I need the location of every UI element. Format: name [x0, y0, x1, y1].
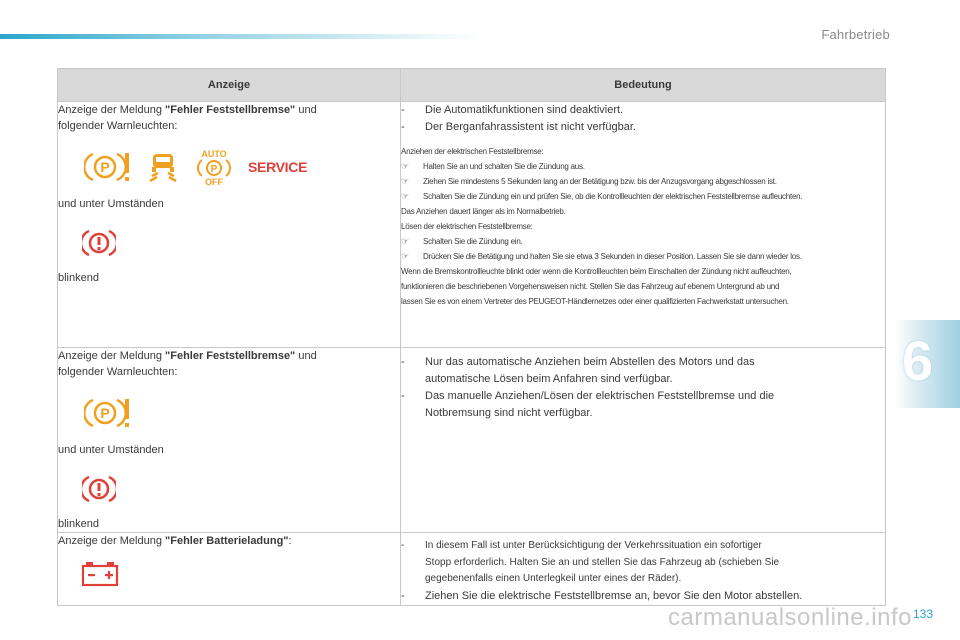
list-item: - Ziehen Sie die elektrische Feststellbre…	[401, 589, 803, 602]
apply-title: Anziehen der elektrischen Feststellbrems…	[401, 147, 544, 156]
list-item: - Nur das automatische Anziehen beim Abs…	[401, 356, 755, 385]
pointer-icon: ☞	[401, 161, 409, 171]
final-note-line: Wenn die Bremskontrollleuchte blinkt ode…	[401, 267, 792, 276]
list-item: ☞ Schalten Sie die Zündung ein und prüfen…	[401, 189, 885, 204]
meaning-cell: - Die Automatikfunktionen sind deaktivier…	[400, 101, 886, 348]
svg-text:AUTO: AUTO	[201, 149, 226, 159]
pointer-icon: ☞	[401, 176, 409, 186]
pointer-icon: ☞	[401, 191, 409, 201]
table-header-row: Anzeige Bedeutung	[57, 68, 886, 102]
message-intro: Anzeige der Meldung "Fehler Feststellbre…	[58, 104, 317, 132]
display-cell: Anzeige der Meldung "Fehler Feststellbre…	[57, 101, 401, 348]
message-name: "Fehler Feststellbremse"	[165, 350, 296, 362]
circumstance-label: und unter Umständen	[58, 444, 164, 456]
battery-charge-icon	[81, 562, 119, 587]
warning-table: Anzeige Bedeutung Anzeige der Meldung "F…	[57, 68, 886, 606]
blink-label: blinkend	[58, 272, 99, 284]
list-item: - Das manuelle Anziehen/Lösen der elektr…	[401, 390, 775, 419]
list-item: - Der Berganfahrassistent ist nicht verfü…	[401, 121, 636, 133]
page-number: 133	[913, 607, 934, 621]
list-item: - In diesem Fall ist unter Berücksichtig…	[401, 540, 780, 584]
meaning-cell: - In diesem Fall ist unter Berücksichtig…	[400, 532, 886, 606]
column-header-display: Anzeige	[57, 68, 401, 102]
svg-text:P: P	[100, 405, 109, 421]
battery-lamp	[80, 561, 400, 592]
header-accent-bar	[0, 34, 480, 39]
final-note-line: funktionieren die beschriebenen Vorgehen…	[401, 282, 780, 291]
brake-warning-icon	[82, 475, 116, 503]
apply-instructions: Anziehen der elektrischen Feststellbrems…	[401, 144, 885, 309]
brake-warning-icon	[82, 229, 116, 257]
svg-text:P: P	[211, 164, 218, 175]
pointer-icon: ☞	[401, 251, 409, 261]
svg-text:OFF: OFF	[205, 177, 223, 186]
apply-note: Das Anziehen dauert länger als im Normal…	[401, 207, 566, 216]
list-item: ☞ Ziehen Sie mindestens 5 Sekunden lang a…	[401, 174, 885, 189]
brake-lamp	[82, 226, 400, 260]
message-name: "Fehler Feststellbremse"	[165, 104, 296, 116]
svg-text:P: P	[100, 159, 109, 175]
chapter-number: 6	[902, 329, 934, 392]
message-intro: Anzeige der Meldung "Fehler Batterieladu…	[58, 535, 292, 547]
table-row: Anzeige der Meldung "Fehler Feststellbre…	[57, 101, 886, 348]
circumstance-label: und unter Umständen	[58, 198, 164, 210]
list-item: ☞ Schalten Sie die Zündung ein.	[401, 234, 885, 249]
list-item: - Die Automatikfunktionen sind deaktivier…	[401, 104, 624, 116]
warning-lamps: P AUTO P OFF SERVICE	[84, 148, 400, 186]
auto-off-parking-icon: AUTO P OFF	[197, 149, 231, 186]
display-cell: Anzeige der Meldung "Fehler Batterieladu…	[57, 532, 401, 606]
service-icon: SERVICE	[248, 159, 308, 175]
brake-lamp	[82, 472, 400, 506]
parking-brake-warning-icon: P	[84, 398, 129, 428]
watermark: carmanualsonline.info	[668, 604, 912, 631]
warning-lamps: P	[84, 394, 400, 432]
message-name: "Fehler Batterieladung"	[165, 535, 289, 547]
display-cell: Anzeige der Meldung "Fehler Feststellbre…	[57, 347, 401, 533]
column-header-meaning: Bedeutung	[400, 68, 886, 102]
release-title: Lösen der elektrischen Feststellbremse:	[401, 222, 533, 231]
table-row: Anzeige der Meldung "Fehler Batterieladu…	[57, 532, 886, 606]
message-intro: Anzeige der Meldung "Fehler Feststellbre…	[58, 350, 317, 378]
meaning-cell: - Nur das automatische Anziehen beim Abs…	[400, 347, 886, 533]
parking-brake-warning-icon: P	[84, 152, 129, 182]
blink-label: blinkend	[58, 518, 99, 530]
list-item: ☞ Drücken Sie die Betätigung und halten S…	[401, 249, 885, 264]
final-note-line: lassen Sie es von einem Vertreter des PE…	[401, 297, 789, 306]
hill-start-assist-icon	[149, 154, 177, 183]
table-row: Anzeige der Meldung "Fehler Feststellbre…	[57, 347, 886, 533]
section-title: Fahrbetrieb	[821, 27, 890, 42]
list-item: ☞ Halten Sie an und schalten Sie die Zünd…	[401, 159, 885, 174]
pointer-icon: ☞	[401, 236, 409, 246]
